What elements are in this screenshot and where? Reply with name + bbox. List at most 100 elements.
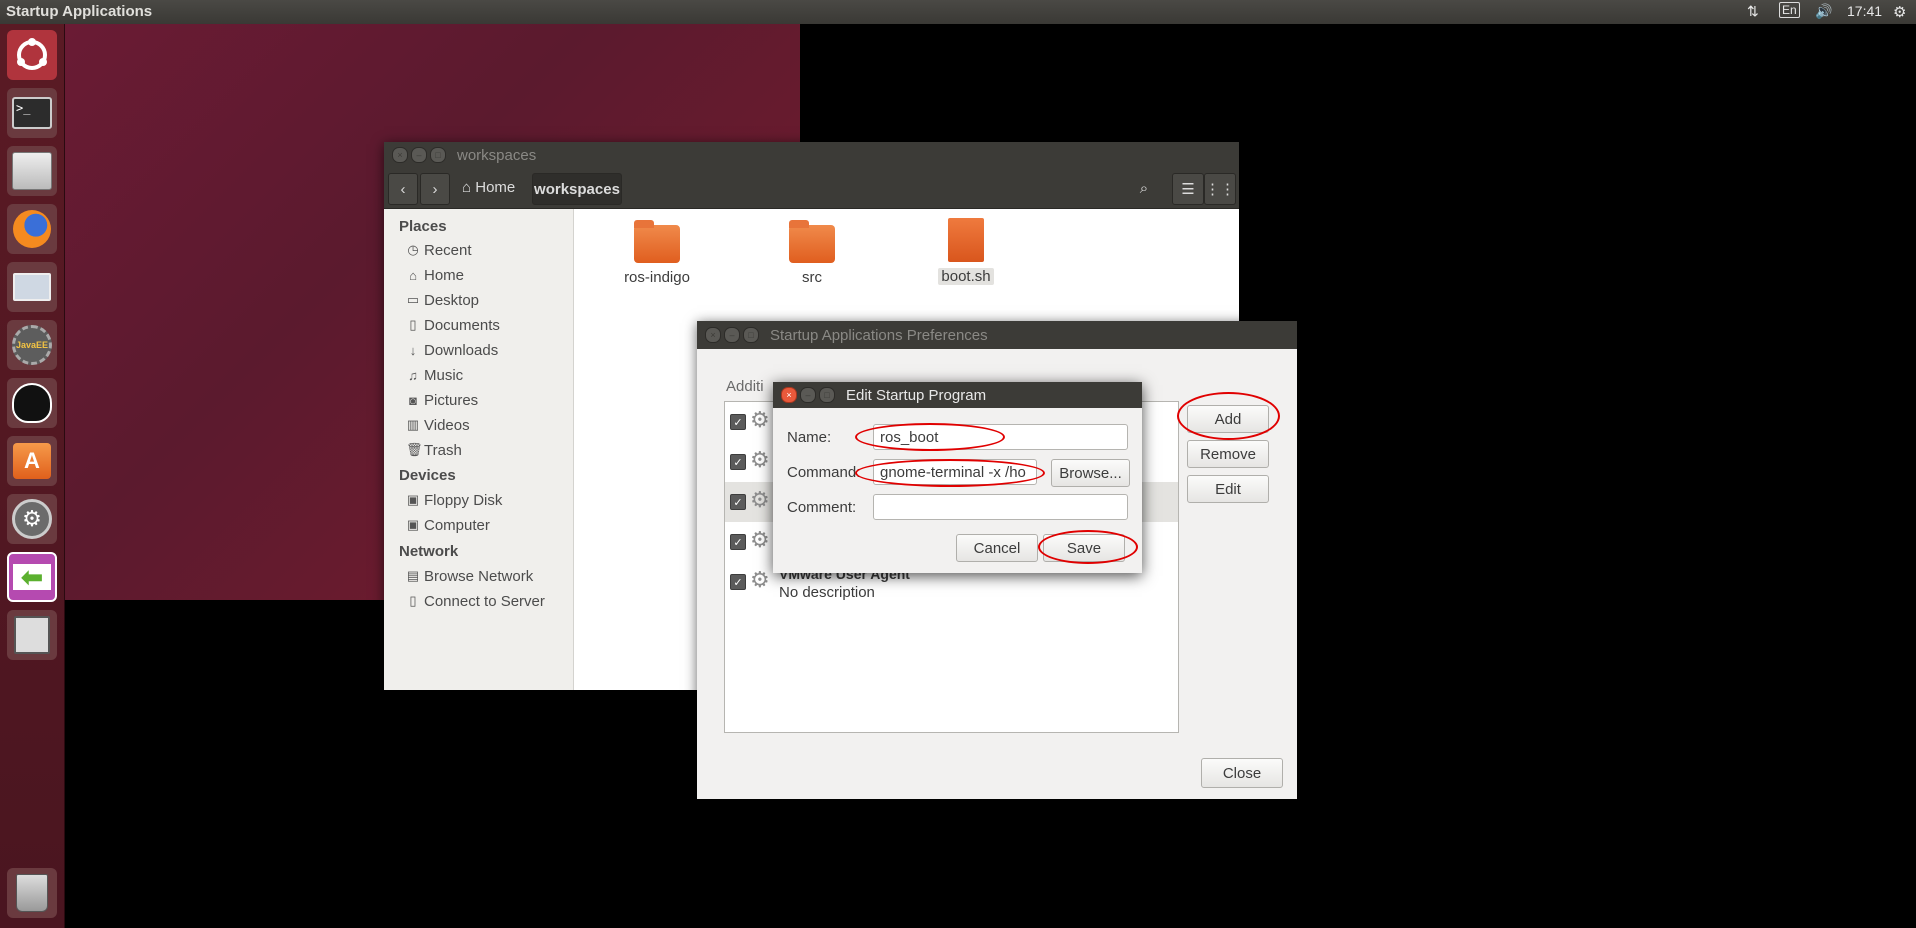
minimize-icon[interactable]: –: [724, 327, 740, 343]
gears-icon: ⚙: [750, 487, 770, 512]
sidebar-item-floppy[interactable]: ▣ Floppy Disk: [406, 490, 503, 510]
sidebar-item-music[interactable]: ♫ Music: [406, 365, 463, 385]
sidebar-item-connect-server[interactable]: ▯ Connect to Server: [406, 591, 544, 611]
music-icon: ♫: [408, 367, 418, 383]
remote-desktop-icon[interactable]: [7, 262, 57, 312]
sidebar-item-recent[interactable]: ◷ Recent: [406, 240, 471, 260]
clock[interactable]: 17:41: [1847, 3, 1882, 19]
name-label: Name:: [787, 429, 832, 446]
files-icon[interactable]: [7, 146, 57, 196]
file-item-boot-sh[interactable]: boot.sh: [911, 218, 1021, 285]
list-item-description: No description: [779, 584, 875, 601]
document-icon: ▯: [409, 317, 417, 332]
comment-field[interactable]: [873, 494, 1128, 520]
sidebar-item-browse-network[interactable]: ▤ Browse Network: [406, 566, 533, 586]
gears-icon: ⚙: [750, 567, 770, 592]
script-file-icon: [948, 218, 984, 262]
computer-icon: ▣: [406, 517, 420, 532]
eclipse-java-ee-icon[interactable]: JavaEE: [7, 320, 57, 370]
sidebar-item-documents[interactable]: ▯ Documents: [406, 315, 499, 335]
sidebar-item-computer[interactable]: ▣ Computer: [406, 515, 490, 535]
name-field[interactable]: ros_boot: [873, 424, 1128, 450]
folder-icon: [789, 220, 835, 263]
sidebar-item-videos[interactable]: ▥ Videos: [406, 415, 470, 435]
maximize-icon[interactable]: □: [430, 147, 446, 163]
network-heading: Network: [399, 543, 459, 560]
network-transfer-icon[interactable]: ⇅: [1747, 3, 1759, 20]
folder-icon: ▭: [406, 292, 420, 307]
list-view-icon[interactable]: ☰: [1172, 173, 1204, 205]
terminal-icon[interactable]: >_: [7, 88, 57, 138]
file-item-src[interactable]: src: [757, 220, 867, 286]
breadcrumb-current[interactable]: workspaces: [532, 173, 622, 205]
file-item-ros-indigo[interactable]: ros-indigo: [602, 220, 712, 286]
home-icon: ⌂: [409, 267, 417, 283]
grid-view-icon[interactable]: ⋮⋮: [1204, 173, 1236, 205]
keyboard-layout-indicator[interactable]: En: [1779, 2, 1800, 18]
edit-startup-program-dialog: × – □ Edit Startup Program Name: ros_boo…: [773, 382, 1142, 573]
film-icon: ▥: [406, 417, 420, 432]
save-disk-icon[interactable]: [7, 610, 57, 660]
server-icon: ▯: [409, 593, 417, 608]
system-settings-icon[interactable]: ⚙: [7, 494, 57, 544]
close-icon[interactable]: ×: [392, 147, 408, 163]
active-app-title: Startup Applications: [6, 3, 153, 20]
dialog-titlebar: × – □ Edit Startup Program: [773, 382, 1142, 408]
ubuntu-dash-icon[interactable]: [7, 30, 57, 80]
checkbox[interactable]: ✓: [730, 494, 746, 510]
checkbox[interactable]: ✓: [730, 454, 746, 470]
gear-icon[interactable]: ⚙: [1893, 3, 1906, 21]
home-icon: ⌂: [462, 179, 472, 196]
remove-button[interactable]: Remove: [1187, 440, 1269, 468]
close-icon[interactable]: ×: [781, 387, 797, 403]
devices-heading: Devices: [399, 467, 456, 484]
dialog-title: Edit Startup Program: [846, 387, 987, 404]
launcher: >_ JavaEE A ⚙ ⬅: [0, 24, 65, 928]
software-center-icon[interactable]: A: [7, 436, 57, 486]
close-icon[interactable]: ×: [705, 327, 721, 343]
file-label: boot.sh: [938, 268, 994, 285]
edit-button[interactable]: Edit: [1187, 475, 1269, 503]
comment-label: Comment:: [787, 499, 857, 516]
forward-button[interactable]: ›: [420, 173, 450, 205]
gears-icon: ⚙: [750, 447, 770, 472]
browse-button[interactable]: Browse...: [1051, 459, 1130, 487]
file-label: src: [802, 269, 822, 286]
window-title: workspaces: [457, 147, 537, 164]
breadcrumb-home[interactable]: ⌂ Home: [462, 179, 515, 196]
sidebar-item-home[interactable]: ⌂ Home: [406, 265, 464, 285]
search-icon[interactable]: ⌕: [1129, 173, 1159, 203]
command-label: Command:: [787, 464, 861, 481]
save-button[interactable]: Save: [1043, 534, 1125, 562]
breadcrumb-home-label: Home: [475, 179, 516, 196]
sidebar-item-trash[interactable]: 🗑 Trash: [406, 440, 462, 460]
minimize-icon[interactable]: –: [411, 147, 427, 163]
minimize-icon[interactable]: –: [800, 387, 816, 403]
inkscape-icon[interactable]: [7, 378, 57, 428]
cancel-button[interactable]: Cancel: [956, 534, 1038, 562]
checkbox[interactable]: ✓: [730, 534, 746, 550]
places-heading: Places: [399, 218, 447, 235]
camera-icon: ◙: [409, 392, 417, 408]
gears-icon: ⚙: [750, 527, 770, 552]
close-button[interactable]: Close: [1201, 758, 1283, 788]
network-icon: ▤: [406, 568, 420, 583]
checkbox[interactable]: ✓: [730, 574, 746, 590]
startup-applications-icon[interactable]: ⬅: [7, 552, 57, 602]
sidebar-item-downloads[interactable]: ↓ Downloads: [406, 340, 498, 360]
trash-icon[interactable]: [7, 868, 57, 918]
add-button[interactable]: Add: [1187, 405, 1269, 433]
top-panel: Startup Applications ⇅ En 🔊 17:41 ⚙: [0, 0, 1916, 24]
command-field[interactable]: gnome-terminal -x /ho: [873, 459, 1037, 485]
firefox-icon[interactable]: [7, 204, 57, 254]
section-label: Additi: [726, 378, 764, 395]
maximize-icon[interactable]: □: [743, 327, 759, 343]
file-label: ros-indigo: [624, 269, 690, 286]
clock-icon: ◷: [407, 242, 419, 257]
volume-icon[interactable]: 🔊: [1815, 3, 1832, 20]
maximize-icon[interactable]: □: [819, 387, 835, 403]
checkbox[interactable]: ✓: [730, 414, 746, 430]
sidebar-item-desktop[interactable]: ▭ Desktop: [406, 290, 479, 310]
back-button[interactable]: ‹: [388, 173, 418, 205]
sidebar-item-pictures[interactable]: ◙ Pictures: [406, 390, 478, 410]
